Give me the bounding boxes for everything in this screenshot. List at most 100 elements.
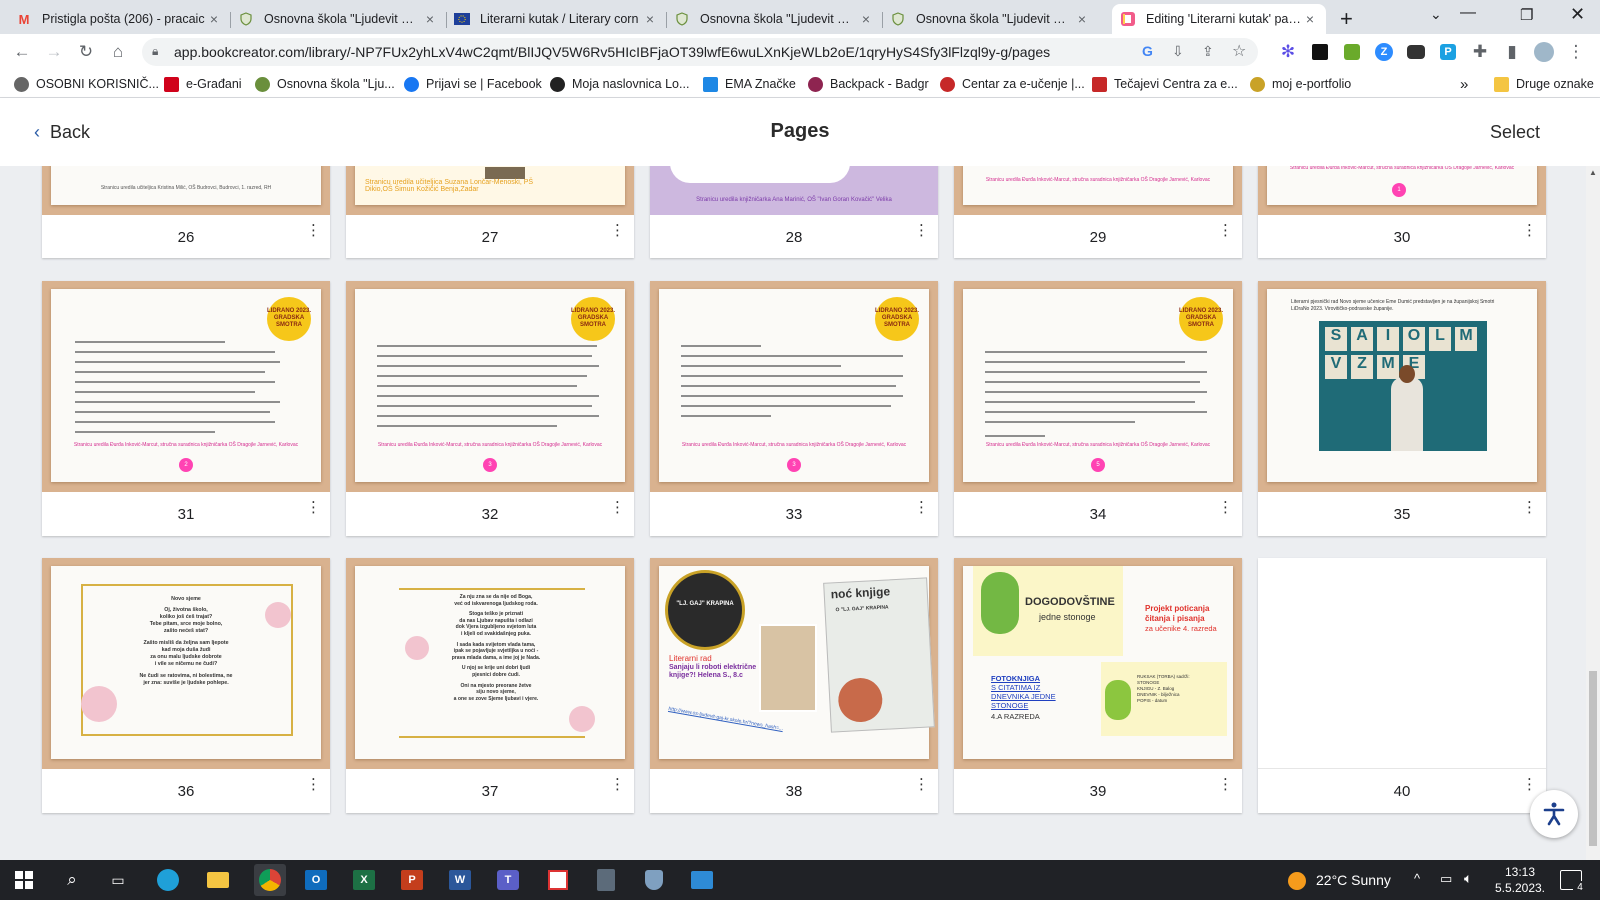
bookmark-star-icon[interactable]: ☆ bbox=[1232, 41, 1246, 61]
extensions-puzzle-icon[interactable]: ✚ bbox=[1468, 40, 1492, 64]
google-lens-icon[interactable]: G bbox=[1142, 43, 1153, 59]
scroll-up-icon[interactable]: ▲ bbox=[1589, 168, 1597, 177]
bookmark-item[interactable]: Backpack - Badgr bbox=[808, 75, 929, 93]
bookmark-item[interactable]: Centar za e-učenje |... bbox=[940, 75, 1085, 93]
close-tab-icon[interactable]: × bbox=[1074, 11, 1090, 27]
extension-android-icon[interactable] bbox=[1340, 40, 1364, 64]
page-card[interactable]: Stranicu uredila učiteljica Suzana Lonča… bbox=[346, 166, 634, 258]
page-menu-icon[interactable]: ⋮ bbox=[1218, 777, 1233, 792]
security-shield-icon[interactable] bbox=[642, 868, 666, 892]
page-card[interactable]: LIDRANO 2023. GRADSKA SMOTRA Stranicu ur… bbox=[42, 281, 330, 536]
minimize-icon[interactable]: — bbox=[1460, 4, 1476, 22]
bookmark-item[interactable]: OSOBNI KORISNIČ... bbox=[14, 75, 159, 93]
tab-school-2[interactable]: Osnovna škola "Ljudevit Gaj" × bbox=[666, 4, 882, 34]
search-icon[interactable]: ⌕ bbox=[60, 868, 84, 892]
page-menu-icon[interactable]: ⋮ bbox=[610, 223, 625, 238]
network-icon[interactable]: ▭ bbox=[1440, 871, 1452, 887]
page-menu-icon[interactable]: ⋮ bbox=[610, 500, 625, 515]
page-menu-icon[interactable]: ⋮ bbox=[1218, 223, 1233, 238]
page-menu-icon[interactable]: ⋮ bbox=[306, 223, 321, 238]
windows-start-icon[interactable] bbox=[12, 868, 36, 892]
page-menu-icon[interactable]: ⋮ bbox=[1218, 500, 1233, 515]
tab-search-chevron-icon[interactable]: ⌄ bbox=[1430, 6, 1442, 23]
browser-menu-icon[interactable]: ⋮ bbox=[1564, 40, 1588, 64]
page-menu-icon[interactable]: ⋮ bbox=[914, 223, 929, 238]
page-card[interactable]: DOGODOVŠTINE jedne stonoge Projekt potic… bbox=[954, 558, 1242, 813]
close-tab-icon[interactable]: × bbox=[422, 11, 438, 27]
edge-browser-icon[interactable] bbox=[156, 868, 180, 892]
vertical-scrollbar[interactable]: ▲ bbox=[1586, 166, 1600, 860]
bookmark-item[interactable]: EMA Značke bbox=[703, 75, 796, 93]
page-card[interactable]: LIDRANO 2023. GRADSKA SMOTRA Stranicu ur… bbox=[954, 281, 1242, 536]
page-menu-icon[interactable]: ⋮ bbox=[1522, 500, 1537, 515]
page-card[interactable]: Stranicu uredila učiteljica Kristina Mil… bbox=[42, 166, 330, 258]
back-button[interactable]: ‹ Back bbox=[34, 122, 90, 143]
bookmark-item[interactable]: Moja naslovnica Lo... bbox=[550, 75, 689, 93]
extension-zoom-icon[interactable]: Z bbox=[1372, 40, 1396, 64]
reload-icon[interactable]: ↻ bbox=[74, 40, 98, 64]
page-card[interactable]: Literarni pjesnički rad Novo sjeme učeni… bbox=[1258, 281, 1546, 536]
teams-icon[interactable]: T bbox=[496, 868, 520, 892]
bookmark-item[interactable]: Tečajevi Centra za e... bbox=[1092, 75, 1238, 93]
tab-school-1[interactable]: Osnovna škola "Ljudevit Gaj" × bbox=[230, 4, 446, 34]
bookmark-item[interactable]: Osnovna škola "Lju... bbox=[255, 75, 395, 93]
page-card[interactable]: Stranicu uredila Đurđa Inković-Marcut, s… bbox=[1258, 166, 1546, 258]
page-card[interactable]: Novo sjeme Oj, životna školo, koliko još… bbox=[42, 558, 330, 813]
home-icon[interactable]: ⌂ bbox=[106, 40, 130, 64]
task-view-icon[interactable]: ▭ bbox=[106, 868, 130, 892]
extension-p-icon[interactable]: P bbox=[1436, 40, 1460, 64]
volume-icon[interactable]: 🔈︎ bbox=[1464, 870, 1472, 887]
outlook-icon[interactable]: O bbox=[304, 868, 328, 892]
select-button[interactable]: Select bbox=[1490, 122, 1540, 143]
file-explorer-icon[interactable] bbox=[206, 868, 230, 892]
page-card[interactable]: 40 ⋮ bbox=[1258, 558, 1546, 813]
tab-literary-corner[interactable]: Literarni kutak / Literary corn × bbox=[446, 4, 666, 34]
page-card[interactable]: Za nju zna se da nije od Boga, već od is… bbox=[346, 558, 634, 813]
other-bookmarks-folder[interactable]: Druge oznake bbox=[1494, 75, 1594, 93]
scrollbar-thumb[interactable] bbox=[1589, 671, 1597, 846]
bookmark-item[interactable]: moj e-portfolio bbox=[1250, 75, 1351, 93]
clock[interactable]: 13:13 5.5.2023. bbox=[1490, 864, 1550, 896]
tab-book-creator[interactable]: Editing 'Literarni kutak' pages × bbox=[1112, 4, 1326, 34]
notifications-icon[interactable]: 4 bbox=[1560, 870, 1587, 895]
accessibility-button[interactable] bbox=[1530, 790, 1578, 838]
page-menu-icon[interactable]: ⋮ bbox=[1522, 223, 1537, 238]
word-icon[interactable]: W bbox=[448, 868, 472, 892]
calculator-icon[interactable] bbox=[594, 868, 618, 892]
page-card[interactable]: "LJ. GAJ" KRAPINA Literarni rad Sanjaju … bbox=[650, 558, 938, 813]
restore-window-icon[interactable]: ❐ bbox=[1520, 6, 1533, 24]
page-menu-icon[interactable]: ⋮ bbox=[914, 500, 929, 515]
address-bar[interactable]: 🔒︎ app.bookcreator.com/library/-NP7FUx2y… bbox=[142, 38, 1258, 66]
weather-text[interactable]: 22°C Sunny bbox=[1316, 872, 1391, 888]
powerpoint-icon[interactable]: P bbox=[400, 868, 424, 892]
page-card[interactable]: LIDRANO 2023. GRADSKA SMOTRA Stranicu ur… bbox=[650, 281, 938, 536]
extension-game-icon[interactable] bbox=[1404, 40, 1428, 64]
forward-arrow-icon[interactable]: → bbox=[42, 40, 66, 64]
back-arrow-icon[interactable]: ← bbox=[10, 40, 34, 64]
page-card[interactable]: Stranicu uredila Đurđa Inković-Marcut, s… bbox=[954, 166, 1242, 258]
new-tab-button[interactable]: + bbox=[1340, 6, 1353, 32]
excel-icon[interactable]: X bbox=[352, 868, 376, 892]
page-card[interactable]: Stranicu uredila knjižničarka Ana Marini… bbox=[650, 166, 938, 258]
page-card[interactable]: LIDRANO 2023. GRADSKA SMOTRA Stranicu ur… bbox=[346, 281, 634, 536]
close-tab-icon[interactable]: × bbox=[206, 11, 222, 27]
extension-dark-icon[interactable] bbox=[1308, 40, 1332, 64]
page-menu-icon[interactable]: ⋮ bbox=[306, 500, 321, 515]
page-menu-icon[interactable]: ⋮ bbox=[914, 777, 929, 792]
weather-sun-icon[interactable] bbox=[1288, 872, 1306, 890]
photos-icon[interactable] bbox=[690, 868, 714, 892]
chrome-icon[interactable] bbox=[254, 864, 286, 896]
close-tab-icon[interactable]: × bbox=[642, 11, 658, 27]
close-tab-icon[interactable]: × bbox=[858, 11, 874, 27]
extension-snowflake-icon[interactable]: ✻ bbox=[1276, 40, 1300, 64]
bookmark-item[interactable]: Prijavi se | Facebook bbox=[404, 75, 542, 93]
side-panel-icon[interactable]: ▮ bbox=[1500, 40, 1524, 64]
tab-school-3[interactable]: Osnovna škola "Ljudevit Gaj" × bbox=[882, 4, 1098, 34]
page-menu-icon[interactable]: ⋮ bbox=[1522, 777, 1537, 792]
tray-chevron-icon[interactable]: ^ bbox=[1414, 871, 1420, 886]
page-menu-icon[interactable]: ⋮ bbox=[306, 777, 321, 792]
install-app-icon[interactable]: ⇩ bbox=[1172, 43, 1184, 60]
close-tab-icon[interactable]: × bbox=[1302, 11, 1318, 27]
tab-gmail[interactable]: M Pristigla pošta (206) - pracaic × bbox=[8, 4, 230, 34]
close-window-icon[interactable]: ✕ bbox=[1570, 4, 1585, 25]
